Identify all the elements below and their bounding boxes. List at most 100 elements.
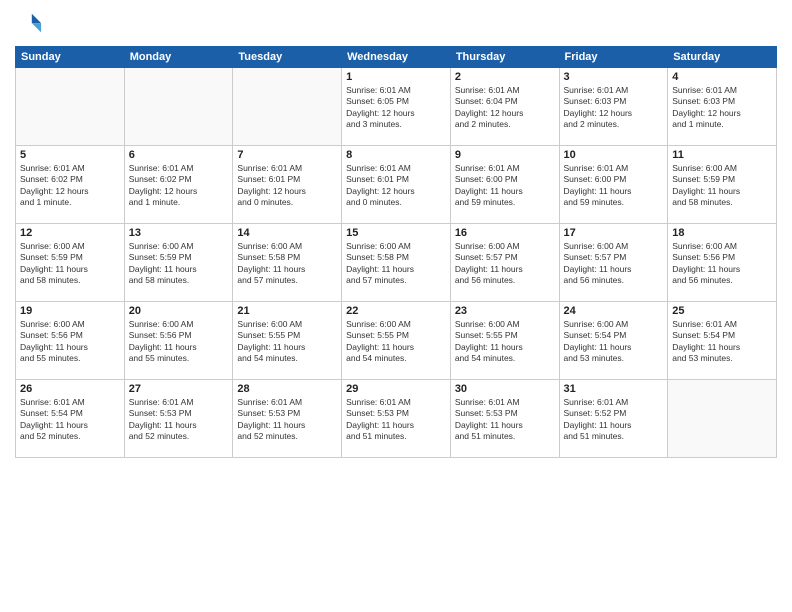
day-info: Sunrise: 6:00 AM Sunset: 5:56 PM Dayligh… xyxy=(129,319,229,365)
calendar-cell: 11 Sunrise: 6:00 AM Sunset: 5:59 PM Dayli… xyxy=(668,146,777,224)
day-number: 25 xyxy=(672,305,772,317)
day-info: Sunrise: 6:00 AM Sunset: 5:58 PM Dayligh… xyxy=(346,241,446,287)
calendar-cell: 26Sunrise: 6:01 AM Sunset: 5:54 PM Dayli… xyxy=(16,380,125,458)
weekday-friday: Friday xyxy=(559,47,668,68)
day-number: 23 xyxy=(455,305,555,317)
day-info: Sunrise: 6:01 AM Sunset: 6:03 PM Dayligh… xyxy=(564,85,664,131)
day-info: Sunrise: 6:01 AM Sunset: 5:53 PM Dayligh… xyxy=(129,397,229,443)
day-number: 5 xyxy=(20,149,120,161)
day-number: 21 xyxy=(237,305,337,317)
calendar-week-4: 26Sunrise: 6:01 AM Sunset: 5:54 PM Dayli… xyxy=(16,380,777,458)
day-info: Sunrise: 6:00 AM Sunset: 5:55 PM Dayligh… xyxy=(237,319,337,365)
day-info: Sunrise: 6:00 AM Sunset: 5:56 PM Dayligh… xyxy=(672,241,772,287)
calendar-cell: 18 Sunrise: 6:00 AM Sunset: 5:56 PM Dayli… xyxy=(668,224,777,302)
day-info: Sunrise: 6:00 AM Sunset: 5:59 PM Dayligh… xyxy=(129,241,229,287)
calendar-cell: 1 Sunrise: 6:01 AM Sunset: 6:05 PM Daylig… xyxy=(342,68,451,146)
calendar-cell: 27 Sunrise: 6:01 AM Sunset: 5:53 PM Dayli… xyxy=(124,380,233,458)
calendar-week-3: 19 Sunrise: 6:00 AM Sunset: 5:56 PM Dayli… xyxy=(16,302,777,380)
day-number: 17 xyxy=(564,227,664,239)
day-info: Sunrise: 6:01 AM Sunset: 5:53 PM Dayligh… xyxy=(455,397,555,443)
calendar-cell: 30 Sunrise: 6:01 AM Sunset: 5:53 PM Dayli… xyxy=(450,380,559,458)
logo-icon xyxy=(15,10,43,38)
calendar-cell: 9 Sunrise: 6:01 AM Sunset: 6:00 PM Daylig… xyxy=(450,146,559,224)
page: SundayMondayTuesdayWednesdayThursdayFrid… xyxy=(0,0,792,612)
weekday-header-row: SundayMondayTuesdayWednesdayThursdayFrid… xyxy=(16,47,777,68)
calendar-cell: 4 Sunrise: 6:01 AM Sunset: 6:03 PM Daylig… xyxy=(668,68,777,146)
weekday-monday: Monday xyxy=(124,47,233,68)
calendar-cell: 20 Sunrise: 6:00 AM Sunset: 5:56 PM Dayli… xyxy=(124,302,233,380)
day-info: Sunrise: 6:01 AM Sunset: 6:01 PM Dayligh… xyxy=(237,163,337,209)
calendar-cell: 14Sunrise: 6:00 AM Sunset: 5:58 PM Dayli… xyxy=(233,224,342,302)
calendar-cell: 7 Sunrise: 6:01 AM Sunset: 6:01 PM Daylig… xyxy=(233,146,342,224)
calendar-week-0: 1 Sunrise: 6:01 AM Sunset: 6:05 PM Daylig… xyxy=(16,68,777,146)
day-info: Sunrise: 6:00 AM Sunset: 5:59 PM Dayligh… xyxy=(20,241,120,287)
calendar-cell: 17 Sunrise: 6:00 AM Sunset: 5:57 PM Dayli… xyxy=(559,224,668,302)
day-info: Sunrise: 6:01 AM Sunset: 6:01 PM Dayligh… xyxy=(346,163,446,209)
calendar-cell: 24Sunrise: 6:00 AM Sunset: 5:54 PM Dayli… xyxy=(559,302,668,380)
weekday-thursday: Thursday xyxy=(450,47,559,68)
day-number: 30 xyxy=(455,383,555,395)
calendar-cell: 13 Sunrise: 6:00 AM Sunset: 5:59 PM Dayli… xyxy=(124,224,233,302)
calendar-cell xyxy=(668,380,777,458)
day-number: 28 xyxy=(237,383,337,395)
day-number: 8 xyxy=(346,149,446,161)
calendar-cell: 21 Sunrise: 6:00 AM Sunset: 5:55 PM Dayli… xyxy=(233,302,342,380)
weekday-sunday: Sunday xyxy=(16,47,125,68)
calendar-cell: 10Sunrise: 6:01 AM Sunset: 6:00 PM Dayli… xyxy=(559,146,668,224)
logo xyxy=(15,10,47,38)
day-number: 18 xyxy=(672,227,772,239)
calendar-cell xyxy=(16,68,125,146)
day-number: 19 xyxy=(20,305,120,317)
day-number: 13 xyxy=(129,227,229,239)
day-info: Sunrise: 6:00 AM Sunset: 5:58 PM Dayligh… xyxy=(237,241,337,287)
day-number: 10 xyxy=(564,149,664,161)
day-number: 15 xyxy=(346,227,446,239)
day-number: 20 xyxy=(129,305,229,317)
day-info: Sunrise: 6:01 AM Sunset: 6:00 PM Dayligh… xyxy=(455,163,555,209)
calendar-cell: 19 Sunrise: 6:00 AM Sunset: 5:56 PM Dayli… xyxy=(16,302,125,380)
day-info: Sunrise: 6:01 AM Sunset: 5:52 PM Dayligh… xyxy=(564,397,664,443)
day-number: 11 xyxy=(672,149,772,161)
weekday-tuesday: Tuesday xyxy=(233,47,342,68)
calendar-week-1: 5 Sunrise: 6:01 AM Sunset: 6:02 PM Daylig… xyxy=(16,146,777,224)
calendar-cell: 28Sunrise: 6:01 AM Sunset: 5:53 PM Dayli… xyxy=(233,380,342,458)
day-number: 4 xyxy=(672,71,772,83)
day-info: Sunrise: 6:00 AM Sunset: 5:57 PM Dayligh… xyxy=(455,241,555,287)
day-info: Sunrise: 6:00 AM Sunset: 5:55 PM Dayligh… xyxy=(346,319,446,365)
day-number: 9 xyxy=(455,149,555,161)
calendar-cell: 31Sunrise: 6:01 AM Sunset: 5:52 PM Dayli… xyxy=(559,380,668,458)
day-number: 3 xyxy=(564,71,664,83)
day-info: Sunrise: 6:00 AM Sunset: 5:55 PM Dayligh… xyxy=(455,319,555,365)
day-info: Sunrise: 6:00 AM Sunset: 5:59 PM Dayligh… xyxy=(672,163,772,209)
header xyxy=(15,10,777,38)
calendar-cell xyxy=(124,68,233,146)
day-number: 6 xyxy=(129,149,229,161)
calendar-week-2: 12 Sunrise: 6:00 AM Sunset: 5:59 PM Dayli… xyxy=(16,224,777,302)
calendar-table: SundayMondayTuesdayWednesdayThursdayFrid… xyxy=(15,46,777,458)
calendar-cell: 3 Sunrise: 6:01 AM Sunset: 6:03 PM Daylig… xyxy=(559,68,668,146)
calendar-cell: 12 Sunrise: 6:00 AM Sunset: 5:59 PM Dayli… xyxy=(16,224,125,302)
day-info: Sunrise: 6:01 AM Sunset: 6:02 PM Dayligh… xyxy=(129,163,229,209)
day-info: Sunrise: 6:01 AM Sunset: 6:04 PM Dayligh… xyxy=(455,85,555,131)
weekday-wednesday: Wednesday xyxy=(342,47,451,68)
day-number: 27 xyxy=(129,383,229,395)
day-number: 12 xyxy=(20,227,120,239)
day-number: 26 xyxy=(20,383,120,395)
day-info: Sunrise: 6:00 AM Sunset: 5:54 PM Dayligh… xyxy=(564,319,664,365)
calendar-cell: 25 Sunrise: 6:01 AM Sunset: 5:54 PM Dayli… xyxy=(668,302,777,380)
calendar-cell: 6 Sunrise: 6:01 AM Sunset: 6:02 PM Daylig… xyxy=(124,146,233,224)
day-number: 16 xyxy=(455,227,555,239)
day-info: Sunrise: 6:00 AM Sunset: 5:57 PM Dayligh… xyxy=(564,241,664,287)
weekday-saturday: Saturday xyxy=(668,47,777,68)
day-info: Sunrise: 6:00 AM Sunset: 5:56 PM Dayligh… xyxy=(20,319,120,365)
calendar-cell: 16 Sunrise: 6:00 AM Sunset: 5:57 PM Dayli… xyxy=(450,224,559,302)
day-number: 1 xyxy=(346,71,446,83)
calendar-cell: 22Sunrise: 6:00 AM Sunset: 5:55 PM Dayli… xyxy=(342,302,451,380)
calendar-cell: 29Sunrise: 6:01 AM Sunset: 5:53 PM Dayli… xyxy=(342,380,451,458)
day-info: Sunrise: 6:01 AM Sunset: 5:54 PM Dayligh… xyxy=(672,319,772,365)
day-info: Sunrise: 6:01 AM Sunset: 6:03 PM Dayligh… xyxy=(672,85,772,131)
day-info: Sunrise: 6:01 AM Sunset: 6:05 PM Dayligh… xyxy=(346,85,446,131)
calendar-cell: 5Sunrise: 6:01 AM Sunset: 6:02 PM Daylig… xyxy=(16,146,125,224)
day-number: 7 xyxy=(237,149,337,161)
day-number: 29 xyxy=(346,383,446,395)
